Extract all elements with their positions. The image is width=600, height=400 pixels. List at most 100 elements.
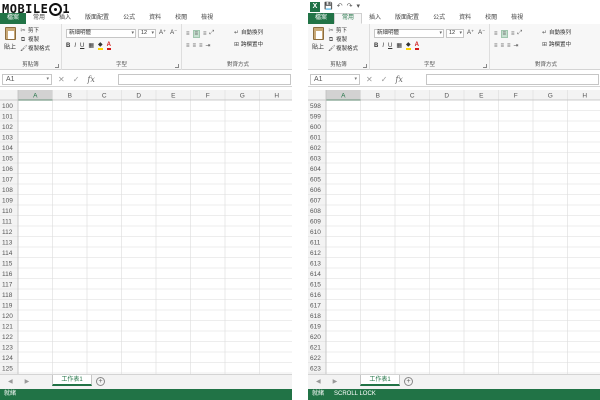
add-sheet-icon[interactable]: + [404,377,413,386]
tab-review[interactable]: 校閱 [478,13,504,24]
align-right-icon[interactable]: ≡ [507,43,511,49]
shrink-font-button[interactable]: A⁻ [169,29,178,38]
undo-icon[interactable]: ↶ [337,2,343,12]
underline-button[interactable]: U [80,43,84,49]
format-painter-button[interactable]: 🖌 複製格式 [20,45,52,54]
formula-input[interactable] [426,74,599,85]
align-middle-icon[interactable]: ≡ [192,29,201,38]
tab-file[interactable]: 檔案 [308,13,335,24]
align-middle-icon[interactable]: ≡ [500,29,509,38]
font-name-select[interactable]: 新細明體 ▾ [374,29,444,38]
italic-button[interactable]: I [74,43,76,49]
merge-center-button[interactable]: ⊞ 跨欄置中 [542,41,571,50]
border-icon[interactable]: ▦ [88,42,94,49]
fill-color-icon[interactable]: ◆ [98,41,103,50]
tab-page-layout[interactable]: 版面配置 [388,13,426,24]
align-center-icon[interactable]: ≡ [193,43,197,49]
grow-font-button[interactable]: A⁺ [158,29,167,38]
underline-button[interactable]: U [388,43,392,49]
italic-button[interactable]: I [382,43,384,49]
align-right-icon[interactable]: ≡ [199,43,203,49]
tab-home[interactable]: 常用 [334,13,363,24]
chevron-down-icon: ▾ [46,76,49,82]
align-top-icon[interactable]: ≡ [186,31,190,37]
align-left-icon[interactable]: ≡ [186,43,190,49]
save-icon[interactable]: 💾 [324,2,333,12]
border-icon[interactable]: ▦ [396,42,402,49]
alignment-group-label: 對齊方式 [534,62,557,68]
insert-function-icon[interactable]: fx [87,75,94,84]
font-launcher-icon[interactable] [175,64,179,68]
enter-icon[interactable]: ✓ [381,75,388,84]
copy-button[interactable]: ⧉ 複製 [20,36,52,45]
copy-icon: ⧉ [328,37,334,43]
fill-color-icon[interactable]: ◆ [406,41,411,50]
sheet-tabs-bar: ◀ ▶ 工作表1 + [0,374,292,389]
tab-review[interactable]: 校閱 [168,13,194,24]
row-header-105: 105 [2,156,13,163]
tab-home[interactable]: 常用 [26,13,52,24]
tab-insert[interactable]: 插入 [362,13,388,24]
tab-page-layout[interactable]: 版面配置 [78,13,116,24]
format-painter-button[interactable]: 🖌 複製格式 [328,45,360,54]
orientation-icon[interactable]: ⤢ [518,30,523,37]
next-sheet-icon[interactable]: ▶ [333,378,338,385]
tab-formulas[interactable]: 公式 [426,13,452,24]
cancel-icon[interactable]: ✕ [58,75,65,84]
tab-insert[interactable]: 插入 [52,13,78,24]
prev-sheet-icon[interactable]: ◀ [316,378,321,385]
sheet-tab-1[interactable]: 工作表1 [360,375,400,386]
font-size-select[interactable]: 12 ▾ [138,29,156,38]
tab-data[interactable]: 資料 [452,13,478,24]
indent-icon[interactable]: ⇥ [514,42,519,49]
align-left-icon[interactable]: ≡ [494,43,498,49]
font-color-button[interactable]: A [106,42,111,50]
tab-file[interactable]: 檔案 [0,13,27,24]
tab-view[interactable]: 檢視 [504,13,530,24]
formula-input[interactable] [118,74,291,85]
indent-icon[interactable]: ⇥ [206,42,211,49]
add-sheet-icon[interactable]: + [96,377,105,386]
font-name-select[interactable]: 新細明體 ▾ [66,29,136,38]
prev-sheet-icon[interactable]: ◀ [8,378,13,385]
worksheet-grid[interactable]: A B C D E F G H 100 101 102 103 104 105 106 107 108 109 11… [0,90,292,374]
font-size-select[interactable]: 12 ▾ [446,29,464,38]
grow-font-button[interactable]: A⁺ [466,29,475,38]
cancel-icon[interactable]: ✕ [366,75,373,84]
wrap-label: 自動換列 [241,30,264,36]
bold-button[interactable]: B [374,43,378,49]
clipboard-launcher-icon[interactable] [55,64,59,68]
align-top-icon[interactable]: ≡ [494,31,498,37]
paste-button[interactable]: 貼上 [3,27,17,53]
name-box[interactable]: A1 ▾ [2,74,52,85]
merge-center-button[interactable]: ⊞ 跨欄置中 [234,41,263,50]
wrap-text-button[interactable]: ↵ 自動換列 [234,29,263,38]
clipboard-launcher-icon[interactable] [363,64,367,68]
font-launcher-icon[interactable] [483,64,487,68]
customize-qat-icon[interactable]: ▾ [356,2,360,12]
pane-divider [292,0,308,400]
tab-data[interactable]: 資料 [142,13,168,24]
wrap-text-button[interactable]: ↵ 自動換列 [542,29,571,38]
copy-icon: ⧉ [20,37,26,43]
align-center-icon[interactable]: ≡ [501,43,505,49]
next-sheet-icon[interactable]: ▶ [25,378,30,385]
tab-view[interactable]: 檢視 [194,13,220,24]
cut-button[interactable]: ✂ 剪下 [20,27,52,36]
worksheet-grid[interactable]: A B C D E F G H 598 599 600 601 602 603 604 605 606 607 60… [308,90,600,374]
font-color-button[interactable]: A [414,42,419,50]
sheet-tab-1[interactable]: 工作表1 [52,375,92,386]
bold-button[interactable]: B [66,43,70,49]
enter-icon[interactable]: ✓ [73,75,80,84]
redo-icon[interactable]: ↷ [347,2,353,12]
insert-function-icon[interactable]: fx [395,75,402,84]
orientation-icon[interactable]: ⤢ [210,30,215,37]
align-bottom-icon[interactable]: ≡ [511,31,515,37]
cut-button[interactable]: ✂ 剪下 [328,27,360,36]
paste-button[interactable]: 貼上 [311,27,325,53]
name-box[interactable]: A1 ▾ [310,74,360,85]
align-bottom-icon[interactable]: ≡ [203,31,207,37]
shrink-font-button[interactable]: A⁻ [477,29,486,38]
tab-formulas[interactable]: 公式 [116,13,142,24]
copy-button[interactable]: ⧉ 複製 [328,36,360,45]
